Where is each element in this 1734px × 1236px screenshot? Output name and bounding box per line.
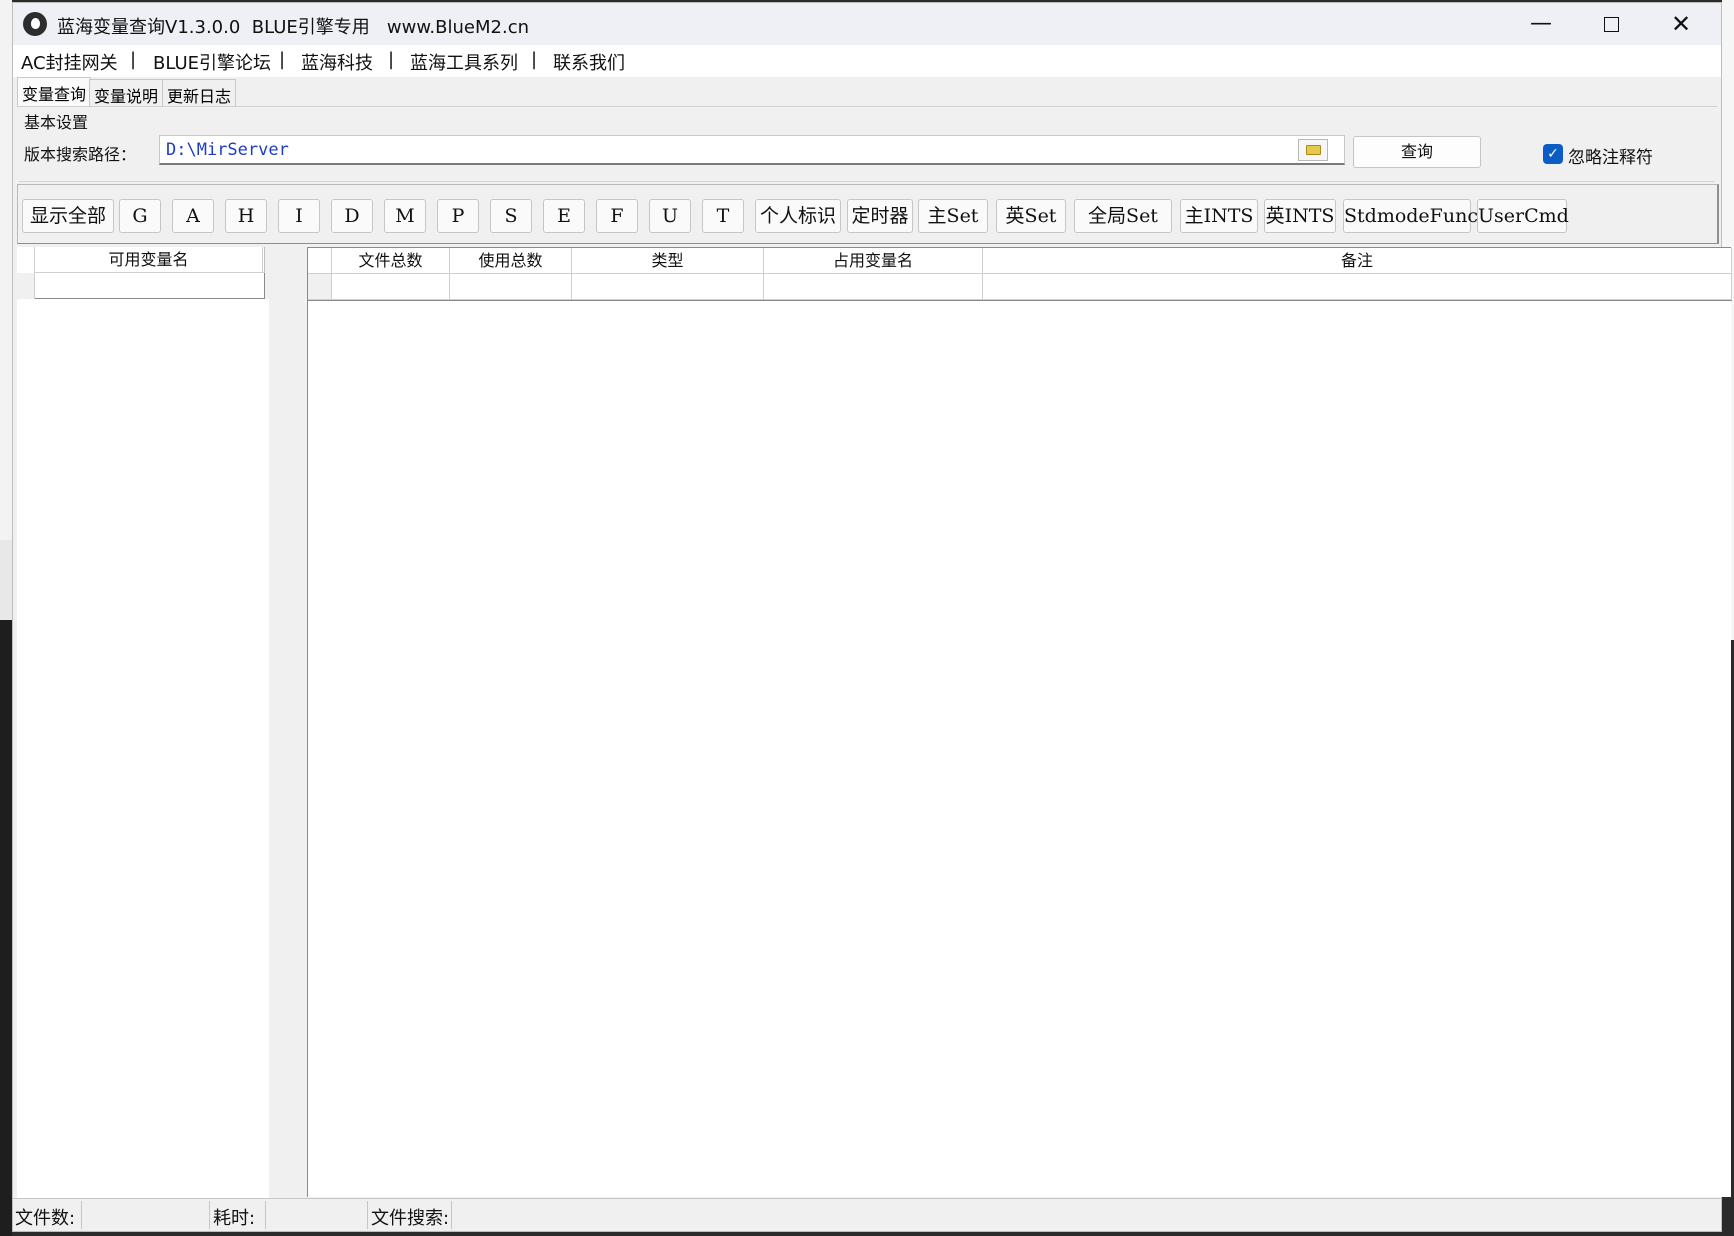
status-bar: 文件数: 耗时: 文件搜索: bbox=[13, 1198, 1721, 1231]
settings-divider bbox=[19, 181, 1715, 182]
query-button[interactable]: 查询 bbox=[1353, 136, 1481, 168]
filter-main-set-button[interactable]: 主Set bbox=[918, 199, 988, 233]
menu-item-blue-forum[interactable]: BLUE引擎论坛 bbox=[153, 49, 271, 75]
grid-row-divider bbox=[308, 300, 1732, 301]
filter-p-button[interactable]: P bbox=[437, 199, 479, 233]
table-cell[interactable] bbox=[332, 274, 450, 300]
filter-stdmodefunc-button[interactable]: StdmodeFunc bbox=[1343, 199, 1478, 233]
menu-separator: | bbox=[279, 49, 286, 70]
title-bar[interactable]: 蓝海变量查询V1.3.0.0 BLUE引擎专用 www.BlueM2.cn — … bbox=[13, 3, 1721, 45]
filter-a-button[interactable]: A bbox=[172, 199, 214, 233]
status-divider bbox=[451, 1201, 452, 1229]
filter-timer-button[interactable]: 定时器 bbox=[847, 199, 913, 233]
filter-g-button[interactable]: G bbox=[119, 199, 161, 233]
basic-settings-title: 基本设置 bbox=[24, 113, 89, 132]
status-divider bbox=[81, 1201, 82, 1229]
table-row[interactable] bbox=[17, 273, 265, 299]
menu-separator: | bbox=[531, 49, 538, 70]
available-variables-grid[interactable]: 可用变量名 bbox=[17, 247, 269, 1199]
ignore-comments-label: 忽略注释符 bbox=[1568, 148, 1653, 168]
row-indicator-header bbox=[17, 247, 35, 273]
table-cell[interactable] bbox=[983, 274, 1732, 300]
filter-personal-id-button[interactable]: 个人标识 bbox=[755, 199, 841, 233]
tab-variable-query[interactable]: 变量查询 bbox=[17, 77, 92, 107]
status-divider bbox=[209, 1201, 210, 1229]
variable-usage-grid[interactable]: 文件总数 使用总数 类型 占用变量名 备注 bbox=[307, 247, 1732, 1197]
maximize-button[interactable] bbox=[1576, 3, 1646, 45]
menu-separator: | bbox=[388, 49, 395, 70]
row-indicator bbox=[17, 273, 35, 299]
window-title: 蓝海变量查询V1.3.0.0 BLUE引擎专用 www.BlueM2.cn bbox=[57, 17, 529, 38]
minimize-button[interactable]: — bbox=[1506, 3, 1576, 45]
filter-h-button[interactable]: H bbox=[225, 199, 267, 233]
tab-variable-help[interactable]: 变量说明 bbox=[89, 79, 164, 107]
filter-hero-ints-button[interactable]: 英INTS bbox=[1264, 199, 1336, 233]
elapsed-time-label: 耗时: bbox=[213, 1208, 256, 1229]
column-header-use-total[interactable]: 使用总数 bbox=[450, 248, 572, 274]
grid-header: 可用变量名 bbox=[17, 247, 265, 273]
app-window: 蓝海变量查询V1.3.0.0 BLUE引擎专用 www.BlueM2.cn — … bbox=[12, 2, 1732, 1232]
search-path-label: 版本搜索路径： bbox=[24, 145, 137, 164]
search-path-input[interactable]: D:\MirServer bbox=[159, 135, 1345, 165]
menu-item-lanhai-tech[interactable]: 蓝海科技 bbox=[301, 49, 373, 75]
filter-m-button[interactable]: M bbox=[384, 199, 426, 233]
ignore-comments-checkbox[interactable]: ✓ bbox=[1543, 144, 1563, 164]
filter-d-button[interactable]: D bbox=[331, 199, 373, 233]
menu-item-contact-us[interactable]: 联系我们 bbox=[553, 49, 625, 75]
filter-main-ints-button[interactable]: 主INTS bbox=[1180, 199, 1258, 233]
tab-panel-divider bbox=[17, 106, 1717, 107]
status-divider bbox=[265, 1201, 266, 1229]
table-cell[interactable] bbox=[764, 274, 983, 300]
filter-toolbar: 显示全部 G A H I D M P S E F U T 个人标识 定时器 主S… bbox=[17, 184, 1719, 244]
table-cell[interactable] bbox=[450, 274, 572, 300]
grid-empty-area bbox=[17, 299, 269, 1199]
filter-global-set-button[interactable]: 全局Set bbox=[1074, 199, 1172, 233]
menu-item-tool-series[interactable]: 蓝海工具系列 bbox=[410, 49, 518, 75]
column-header-type[interactable]: 类型 bbox=[572, 248, 764, 274]
column-header-remark[interactable]: 备注 bbox=[983, 248, 1732, 274]
filter-f-button[interactable]: F bbox=[596, 199, 638, 233]
filter-t-button[interactable]: T bbox=[702, 199, 744, 233]
file-count-label: 文件数: bbox=[15, 1208, 76, 1229]
column-header-used-variable[interactable]: 占用变量名 bbox=[764, 248, 983, 274]
status-divider bbox=[367, 1201, 368, 1229]
column-header-file-total[interactable]: 文件总数 bbox=[332, 248, 450, 274]
menu-separator: | bbox=[130, 49, 137, 70]
app-logo-icon bbox=[23, 12, 47, 36]
row-indicator-header bbox=[308, 248, 332, 274]
tab-changelog[interactable]: 更新日志 bbox=[162, 79, 237, 107]
column-header-available-name[interactable]: 可用变量名 bbox=[35, 247, 263, 273]
desktop-edge-left bbox=[0, 0, 12, 1236]
file-search-label: 文件搜索: bbox=[371, 1208, 450, 1229]
filter-s-button[interactable]: S bbox=[490, 199, 532, 233]
browse-folder-button[interactable] bbox=[1298, 139, 1328, 161]
filter-i-button[interactable]: I bbox=[278, 199, 320, 233]
panel-splitter[interactable] bbox=[299, 247, 307, 1197]
filter-u-button[interactable]: U bbox=[649, 199, 691, 233]
menu-bar: AC封挂网关 | BLUE引擎论坛 | 蓝海科技 | 蓝海工具系列 | 联系我们 bbox=[13, 45, 1721, 77]
folder-icon bbox=[1306, 145, 1321, 155]
menu-item-ac-gateway[interactable]: AC封挂网关 bbox=[21, 49, 118, 75]
filter-usercmd-button[interactable]: UserCmd bbox=[1477, 199, 1569, 233]
maximize-icon bbox=[1603, 16, 1619, 32]
close-button[interactable]: ✕ bbox=[1646, 3, 1716, 45]
filter-hero-set-button[interactable]: 英Set bbox=[996, 199, 1066, 233]
filter-show-all-button[interactable]: 显示全部 bbox=[22, 199, 114, 233]
row-indicator bbox=[308, 274, 332, 300]
filter-e-button[interactable]: E bbox=[543, 199, 585, 233]
table-cell[interactable] bbox=[572, 274, 764, 300]
